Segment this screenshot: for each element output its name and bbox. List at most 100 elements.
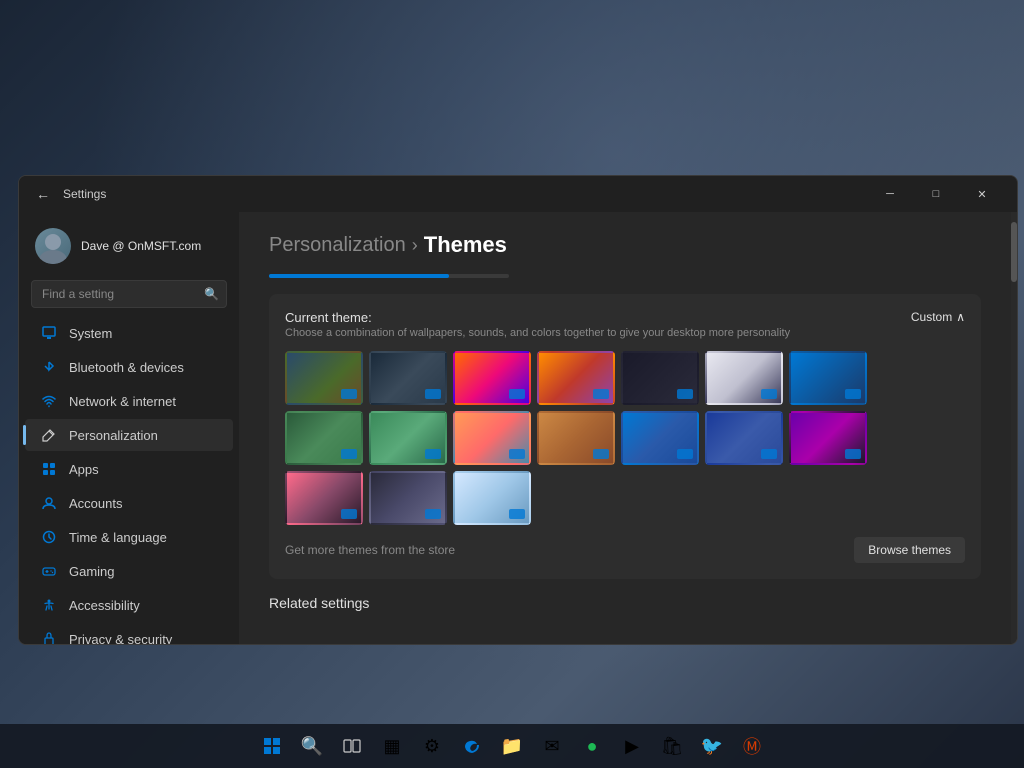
title-bar-left: ← Settings: [31, 182, 106, 206]
sidebar-item-privacy[interactable]: Privacy & security: [25, 623, 233, 644]
user-profile[interactable]: Dave @ OnMSFT.com: [19, 220, 239, 280]
minimize-button[interactable]: ─: [867, 178, 913, 210]
theme-tile-2[interactable]: [369, 351, 447, 405]
current-theme-value: Custom: [911, 310, 952, 324]
content-scrollbar[interactable]: [1011, 212, 1017, 644]
sidebar-item-personalization[interactable]: Personalization: [25, 419, 233, 451]
sidebar-label-accounts: Accounts: [69, 496, 122, 511]
theme-description: Choose a combination of wallpapers, soun…: [285, 327, 790, 339]
accounts-icon: [41, 495, 57, 511]
theme-tile-12[interactable]: [621, 411, 699, 465]
user-name: Dave @ OnMSFT.com: [81, 239, 201, 253]
sidebar: Dave @ OnMSFT.com 🔍 System Bluetooth & d…: [19, 212, 239, 644]
sidebar-label-system: System: [69, 326, 112, 341]
taskbar-explorer[interactable]: 📁: [494, 728, 530, 764]
settings-window: ← Settings ─ □ ✕ Dave @ OnMSFT.com: [18, 175, 1018, 645]
taskbar-spotify[interactable]: ●: [574, 728, 610, 764]
taskbar-mail[interactable]: ✉: [534, 728, 570, 764]
taskbar-ms365[interactable]: Ⓜ: [734, 728, 770, 764]
window-controls: ─ □ ✕: [867, 178, 1005, 210]
taskbar-edge[interactable]: [454, 728, 490, 764]
back-button[interactable]: ←: [31, 182, 55, 206]
theme-tile-17[interactable]: [453, 471, 531, 525]
theme-tile-7[interactable]: [789, 351, 867, 405]
progress-bar: [269, 274, 509, 278]
sidebar-item-time[interactable]: Time & language: [25, 521, 233, 553]
apps-icon: [41, 461, 57, 477]
sidebar-item-system[interactable]: System: [25, 317, 233, 349]
related-settings-label: Related settings: [269, 595, 981, 611]
search-box: 🔍: [31, 280, 227, 308]
search-input[interactable]: [31, 280, 227, 308]
window-title: Settings: [63, 187, 106, 201]
privacy-icon: [41, 631, 57, 644]
taskbar: 🔍 ▦ ⚙ 📁 ✉ ● ▶ 🛍 🐦 Ⓜ: [0, 724, 1024, 768]
expand-icon: ∧: [956, 310, 965, 324]
theme-row-1: [285, 351, 965, 405]
time-icon: [41, 529, 57, 545]
sidebar-item-accessibility[interactable]: Accessibility: [25, 589, 233, 621]
sidebar-item-gaming[interactable]: Gaming: [25, 555, 233, 587]
taskbar-store[interactable]: 🛍: [654, 728, 690, 764]
theme-title: Current theme:: [285, 310, 790, 325]
theme-tile-11[interactable]: [537, 411, 615, 465]
theme-tile-15[interactable]: [285, 471, 363, 525]
theme-row-2: [285, 411, 965, 465]
maximize-button[interactable]: □: [913, 178, 959, 210]
breadcrumb-parent[interactable]: Personalization: [269, 234, 406, 257]
theme-tile-3[interactable]: [453, 351, 531, 405]
content-scrollbar-thumb: [1011, 222, 1017, 282]
sidebar-item-bluetooth[interactable]: Bluetooth & devices: [25, 351, 233, 383]
bluetooth-icon: [41, 359, 57, 375]
sidebar-label-network: Network & internet: [69, 394, 176, 409]
avatar: [35, 228, 71, 264]
theme-tile-8[interactable]: [285, 411, 363, 465]
main-content: Dave @ OnMSFT.com 🔍 System Bluetooth & d…: [19, 212, 1017, 644]
sidebar-label-apps: Apps: [69, 462, 99, 477]
breadcrumb: Personalization › Themes: [269, 232, 981, 258]
theme-info: Current theme: Choose a combination of w…: [285, 310, 790, 339]
theme-tile-10[interactable]: [453, 411, 531, 465]
sidebar-label-personalization: Personalization: [69, 428, 158, 443]
theme-header: Current theme: Choose a combination of w…: [285, 310, 965, 339]
search-icon: 🔍: [204, 287, 219, 301]
system-icon: [41, 325, 57, 341]
network-icon: [41, 393, 57, 409]
store-text: Get more themes from the store: [285, 543, 455, 557]
content-panel: Personalization › Themes Current theme: …: [239, 212, 1011, 644]
theme-tile-16[interactable]: [369, 471, 447, 525]
theme-tile-1[interactable]: [285, 351, 363, 405]
taskbar-widgets[interactable]: ▦: [374, 728, 410, 764]
sidebar-item-apps[interactable]: Apps: [25, 453, 233, 485]
progress-bar-fill: [269, 274, 449, 278]
theme-tile-14[interactable]: [789, 411, 867, 465]
sidebar-item-network[interactable]: Network & internet: [25, 385, 233, 417]
taskbar-start[interactable]: [254, 728, 290, 764]
taskbar-settings[interactable]: ⚙: [414, 728, 450, 764]
theme-tile-4[interactable]: [537, 351, 615, 405]
personalization-icon: [41, 427, 57, 443]
store-row: Get more themes from the store Browse th…: [285, 537, 965, 563]
close-button[interactable]: ✕: [959, 178, 1005, 210]
theme-tile-13[interactable]: [705, 411, 783, 465]
breadcrumb-current: Themes: [424, 232, 507, 258]
taskbar-twitter[interactable]: 🐦: [694, 728, 730, 764]
theme-tile-6[interactable]: [705, 351, 783, 405]
taskbar-search[interactable]: 🔍: [294, 728, 330, 764]
taskbar-taskview[interactable]: [334, 728, 370, 764]
theme-tile-9[interactable]: [369, 411, 447, 465]
theme-row-3: [285, 471, 965, 525]
browse-themes-button[interactable]: Browse themes: [854, 537, 965, 563]
sidebar-label-time: Time & language: [69, 530, 167, 545]
current-theme-label[interactable]: Custom ∧: [911, 310, 965, 324]
theme-tile-5[interactable]: [621, 351, 699, 405]
sidebar-label-gaming: Gaming: [69, 564, 115, 579]
sidebar-label-accessibility: Accessibility: [69, 598, 140, 613]
taskbar-media[interactable]: ▶: [614, 728, 650, 764]
sidebar-item-accounts[interactable]: Accounts: [25, 487, 233, 519]
sidebar-label-bluetooth: Bluetooth & devices: [69, 360, 184, 375]
gaming-icon: [41, 563, 57, 579]
title-bar: ← Settings ─ □ ✕: [19, 176, 1017, 212]
breadcrumb-arrow: ›: [412, 235, 418, 256]
sidebar-label-privacy: Privacy & security: [69, 632, 172, 645]
